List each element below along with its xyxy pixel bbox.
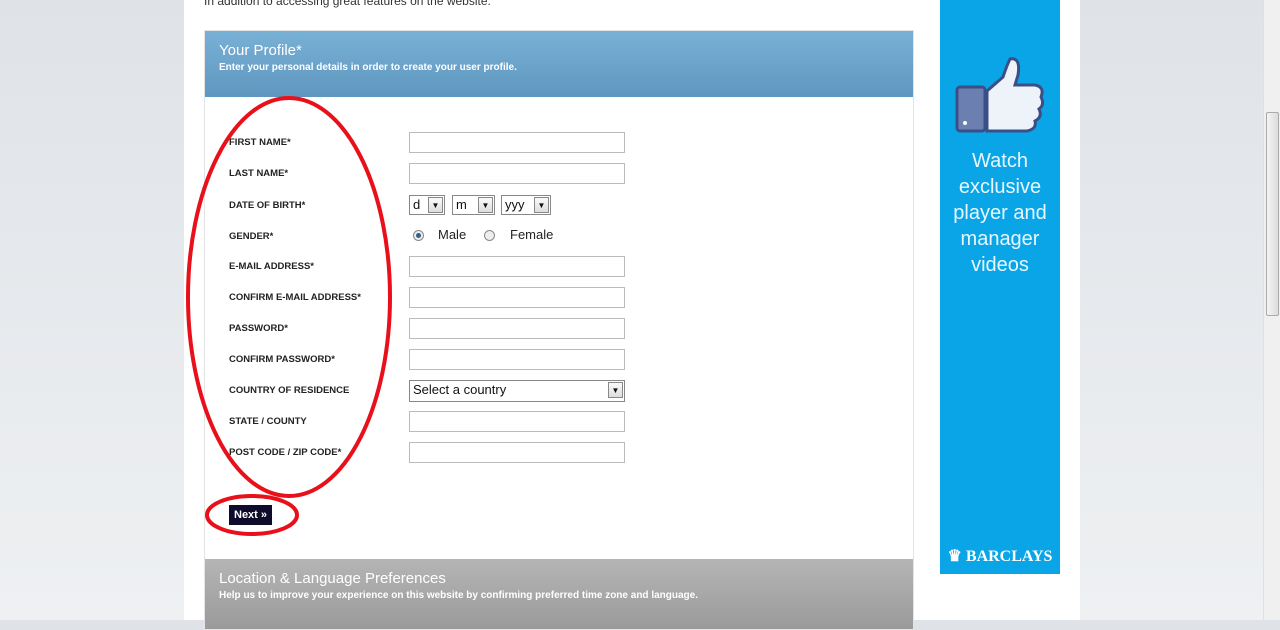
gender-row: GENDER* Male Female bbox=[229, 226, 629, 248]
confirm-email-input[interactable] bbox=[409, 287, 625, 308]
chevron-down-icon: ▼ bbox=[534, 197, 549, 213]
gender-male-radio[interactable] bbox=[413, 230, 424, 241]
ad-brand: BARCLAYS bbox=[965, 548, 1053, 565]
intro-text: In addition to accessing great features … bbox=[204, 0, 491, 8]
email-row: E-MAIL ADDRESS* bbox=[229, 256, 629, 278]
dob-year-select[interactable]: yyy ▼ bbox=[501, 195, 551, 215]
country-value: Select a country bbox=[413, 382, 507, 397]
location-subtitle: Help us to improve your experience on th… bbox=[219, 590, 698, 601]
chevron-down-icon: ▼ bbox=[608, 382, 623, 398]
profile-header: Your Profile* Enter your personal detail… bbox=[205, 31, 913, 97]
barclays-ad[interactable]: Watch exclusive player and manager video… bbox=[940, 0, 1060, 574]
gender-male-label[interactable]: Male bbox=[438, 227, 466, 242]
dob-day-value: d bbox=[413, 197, 421, 212]
dob-month-select[interactable]: m ▼ bbox=[452, 195, 495, 215]
confirm-password-row: CONFIRM PASSWORD* bbox=[229, 349, 629, 371]
chevron-down-icon: ▼ bbox=[428, 197, 443, 213]
email-label: E-MAIL ADDRESS* bbox=[229, 261, 314, 272]
country-row: COUNTRY OF RESIDENCE Select a country ▼ bbox=[229, 380, 629, 402]
profile-panel: Your Profile* Enter your personal detail… bbox=[204, 30, 914, 630]
thumbs-up-icon bbox=[955, 57, 1045, 133]
postcode-row: POST CODE / ZIP CODE* bbox=[229, 442, 629, 464]
profile-subtitle: Enter your personal details in order to … bbox=[219, 62, 517, 73]
ad-text: Watch exclusive player and manager video… bbox=[953, 150, 1047, 276]
profile-title: Your Profile* bbox=[219, 42, 302, 59]
dob-month-value: m bbox=[456, 197, 467, 212]
last-name-row: LAST NAME* bbox=[229, 163, 629, 185]
confirm-email-label: CONFIRM E-MAIL ADDRESS* bbox=[229, 292, 361, 303]
first-name-input[interactable] bbox=[409, 132, 625, 153]
password-input[interactable] bbox=[409, 318, 625, 339]
last-name-input[interactable] bbox=[409, 163, 625, 184]
scrollbar-thumb[interactable] bbox=[1266, 112, 1279, 316]
first-name-row: FIRST NAME* bbox=[229, 132, 629, 154]
confirm-password-input[interactable] bbox=[409, 349, 625, 370]
gender-label: GENDER* bbox=[229, 231, 274, 242]
barclays-logo: ♛ BARCLAYS bbox=[947, 548, 1053, 565]
location-header[interactable]: Location & Language Preferences Help us … bbox=[205, 559, 913, 629]
last-name-label: LAST NAME* bbox=[229, 168, 289, 179]
first-name-label: FIRST NAME* bbox=[229, 137, 291, 148]
state-label: STATE / COUNTY bbox=[229, 416, 307, 427]
gender-female-label[interactable]: Female bbox=[510, 227, 553, 242]
dob-row: DATE OF BIRTH* d ▼ m ▼ yyy ▼ bbox=[229, 195, 629, 217]
state-input[interactable] bbox=[409, 411, 625, 432]
dob-label: DATE OF BIRTH* bbox=[229, 200, 306, 211]
password-row: PASSWORD* bbox=[229, 318, 629, 340]
country-select[interactable]: Select a country ▼ bbox=[409, 380, 625, 402]
country-label: COUNTRY OF RESIDENCE bbox=[229, 385, 350, 396]
next-button[interactable]: Next » bbox=[229, 505, 273, 525]
dob-day-select[interactable]: d ▼ bbox=[409, 195, 445, 215]
email-input[interactable] bbox=[409, 256, 625, 277]
state-row: STATE / COUNTY bbox=[229, 411, 629, 433]
password-label: PASSWORD* bbox=[229, 323, 288, 334]
postcode-input[interactable] bbox=[409, 442, 625, 463]
location-title: Location & Language Preferences bbox=[219, 570, 446, 587]
confirm-password-label: CONFIRM PASSWORD* bbox=[229, 354, 335, 365]
chevron-down-icon: ▼ bbox=[478, 197, 493, 213]
dob-year-value: yyy bbox=[505, 197, 525, 212]
gender-female-radio[interactable] bbox=[484, 230, 495, 241]
vertical-scrollbar[interactable] bbox=[1263, 0, 1280, 620]
confirm-email-row: CONFIRM E-MAIL ADDRESS* bbox=[229, 287, 629, 309]
postcode-label: POST CODE / ZIP CODE* bbox=[229, 447, 342, 458]
